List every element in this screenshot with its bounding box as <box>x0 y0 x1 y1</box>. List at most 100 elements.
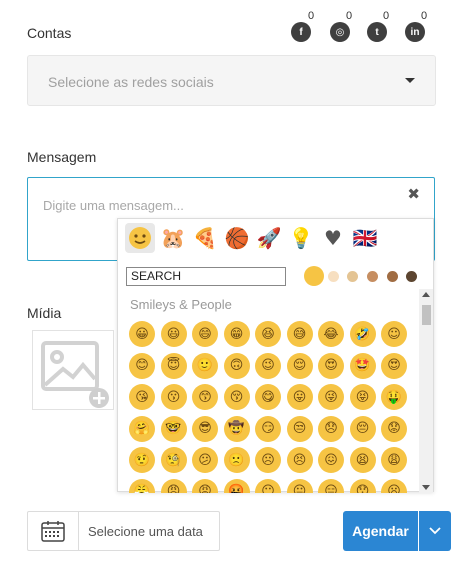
emoji-item[interactable]: 😣 <box>286 447 313 473</box>
emoji-item[interactable]: 😶 <box>255 478 281 493</box>
agendar-dropdown-button[interactable] <box>419 511 451 551</box>
add-image-icon <box>41 341 109 408</box>
emoji-item[interactable]: 😑 <box>318 478 344 493</box>
skin-tone-1[interactable] <box>304 266 324 286</box>
facebook-count: 0 <box>308 10 315 22</box>
emoji-item[interactable]: 🤑 <box>381 384 407 410</box>
emoji-item[interactable]: 🤩 <box>349 352 376 379</box>
emoji-item[interactable]: 🤓 <box>160 415 187 442</box>
select-placeholder: Selecione as redes sociais <box>48 74 214 90</box>
message-placeholder: Digite uma mensagem... <box>43 198 184 213</box>
emoji-item[interactable]: 😔 <box>349 415 376 442</box>
emoji-item[interactable]: 🤗 <box>129 415 155 442</box>
emoji-scrollbar[interactable] <box>419 289 433 493</box>
close-icon[interactable]: ✖ <box>407 185 420 203</box>
skin-tone-2[interactable] <box>328 271 339 282</box>
emoji-item[interactable]: 🙃 <box>223 352 250 379</box>
symbols-category-icon[interactable]: ♥ <box>318 223 348 253</box>
linkedin-icon[interactable]: in <box>405 22 425 42</box>
emoji-item[interactable]: 😙 <box>192 384 218 410</box>
emoji-item[interactable]: 😎 <box>192 415 218 442</box>
objects-category-icon[interactable]: 💡 <box>286 223 316 253</box>
emoji-item[interactable]: 😀 <box>129 321 155 347</box>
emoji-search-input[interactable]: SEARCH <box>126 267 286 286</box>
emoji-item[interactable]: 😒 <box>286 415 313 442</box>
flags-category-icon[interactable]: 🇬🇧 <box>350 223 380 253</box>
scroll-up-icon[interactable] <box>422 292 430 297</box>
smileys-category-icon[interactable] <box>125 223 155 253</box>
agendar-button[interactable]: Agendar <box>343 511 418 551</box>
emoji-item[interactable]: 😠 <box>160 478 187 493</box>
emoji-item[interactable]: 😅 <box>286 321 313 347</box>
midia-label: Mídia <box>27 305 62 321</box>
emoji-item[interactable]: 😄 <box>192 321 218 347</box>
emoji-item[interactable]: 😍 <box>318 352 344 379</box>
skin-tone-6[interactable] <box>406 271 417 282</box>
emoji-item[interactable]: 😃 <box>160 321 187 347</box>
food-category-icon[interactable]: 🍕 <box>190 223 220 253</box>
emoji-item[interactable]: 😝 <box>349 384 376 410</box>
emoji-item[interactable]: 🙂 <box>192 352 218 379</box>
emoji-item[interactable]: 🤬 <box>223 478 250 493</box>
emoji-item[interactable]: 😆 <box>255 321 281 347</box>
emoji-item[interactable]: 😘 <box>129 384 155 410</box>
scroll-thumb[interactable] <box>422 305 431 325</box>
emoji-item[interactable]: 🧐 <box>160 447 187 473</box>
emoji-item[interactable]: 😋 <box>255 384 281 410</box>
skin-tone-4[interactable] <box>367 271 378 282</box>
emoji-item[interactable]: 😉 <box>255 352 281 379</box>
emoji-item[interactable]: 😐 <box>286 478 313 493</box>
emoji-item[interactable]: 😚 <box>223 384 250 410</box>
emoji-picker: 🐹 🍕 🏀 🚀 💡 ♥ 🇬🇧 SEARCH Smileys & People 😀… <box>117 218 434 493</box>
emoji-item[interactable]: 😫 <box>349 447 376 473</box>
emoji-item[interactable]: 😡 <box>192 478 218 493</box>
chevron-down-icon <box>429 527 441 535</box>
instagram-icon[interactable]: ◎ <box>330 22 350 42</box>
media-upload[interactable] <box>32 330 114 410</box>
caret-down-icon <box>405 78 415 83</box>
emoji-item[interactable]: 😕 <box>192 447 218 473</box>
scroll-down-icon[interactable] <box>422 485 430 490</box>
emoji-item[interactable]: 🤠 <box>223 415 250 442</box>
facebook-icon[interactable]: f <box>291 22 311 42</box>
activity-category-icon[interactable]: 🏀 <box>222 223 252 253</box>
emoji-item[interactable]: 😌 <box>286 352 313 379</box>
emoji-item[interactable]: 🙁 <box>223 447 250 473</box>
mensagem-label: Mensagem <box>27 149 97 165</box>
emoji-grid: 😀 😃 😄 😁 😆 😅 😂 🤣 ☺ 😊 😇 🙂 🙃 😉 😌 😍 🤩 😍 😘 😗 😙 😚 😋 😛 😜 😝 🤑 🤗 🤓 😎 🤠 😏 😒 😞 😔 😟 🤨 🧐 😕 🙁… <box>124 319 414 493</box>
emoji-item[interactable]: 🤨 <box>129 447 155 473</box>
emoji-item[interactable]: 😇 <box>160 352 187 379</box>
calendar-icon[interactable] <box>28 512 79 550</box>
skin-tone-5[interactable] <box>387 271 398 282</box>
emoji-item[interactable]: 😍 <box>381 352 407 379</box>
emoji-item[interactable]: 😛 <box>286 384 313 410</box>
emoji-item[interactable]: 😦 <box>381 478 407 493</box>
emoji-item[interactable]: 😟 <box>381 415 407 442</box>
instagram-count: 0 <box>346 10 353 22</box>
emoji-category-bar: 🐹 🍕 🏀 🚀 💡 ♥ 🇬🇧 <box>118 219 433 259</box>
skin-tone-3[interactable] <box>347 271 358 282</box>
emoji-item[interactable]: 😊 <box>129 352 155 379</box>
emoji-item[interactable]: 😗 <box>160 384 187 410</box>
date-placeholder: Selecione uma data <box>88 524 203 539</box>
social-accounts: f 0 ◎ 0 t 0 in 0 <box>290 10 440 44</box>
animals-category-icon[interactable]: 🐹 <box>158 223 188 253</box>
emoji-item[interactable]: 😜 <box>318 384 344 410</box>
emoji-item[interactable]: 😂 <box>318 321 344 347</box>
twitter-icon[interactable]: t <box>367 22 387 42</box>
emoji-item[interactable]: 😩 <box>381 447 407 473</box>
emoji-item[interactable]: 😯 <box>349 478 376 493</box>
date-picker[interactable]: Selecione uma data <box>27 511 220 551</box>
emoji-item[interactable]: 😁 <box>223 321 250 347</box>
emoji-section-title: Smileys & People <box>130 297 232 312</box>
twitter-count: 0 <box>383 10 390 22</box>
travel-category-icon[interactable]: 🚀 <box>254 223 284 253</box>
emoji-item[interactable]: ☺ <box>381 321 407 347</box>
emoji-item[interactable]: 😤 <box>129 478 155 493</box>
emoji-item[interactable]: ☹ <box>255 447 281 473</box>
social-networks-select[interactable]: Selecione as redes sociais <box>27 55 436 106</box>
emoji-item[interactable]: 🤣 <box>349 321 376 347</box>
emoji-item[interactable]: 😖 <box>318 447 344 473</box>
emoji-item[interactable]: 😞 <box>318 415 344 442</box>
emoji-item[interactable]: 😏 <box>255 415 281 442</box>
